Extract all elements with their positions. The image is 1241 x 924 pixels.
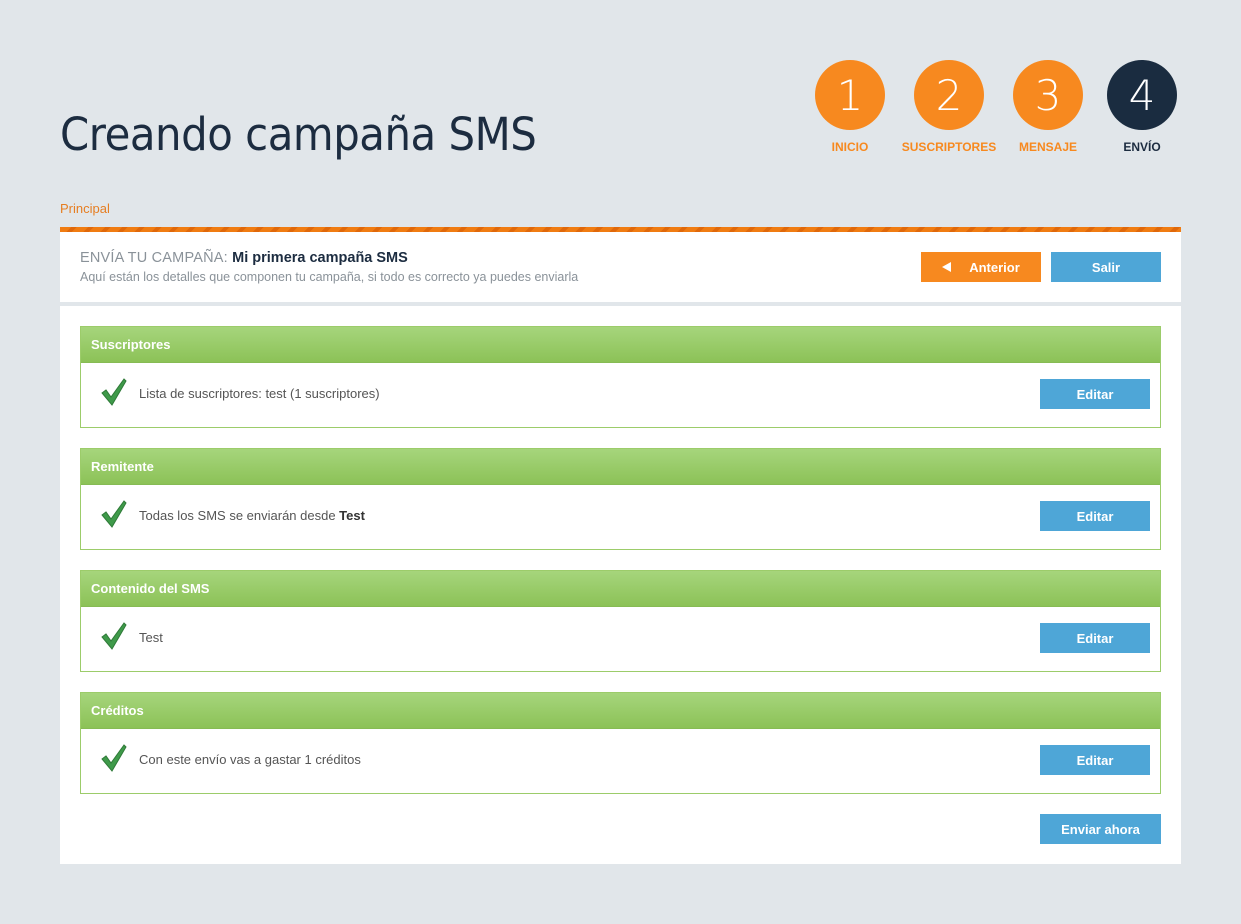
check-icon xyxy=(101,500,127,528)
header-title: ENVÍA TU CAMPAÑA: Mi primera campaña SMS xyxy=(80,250,408,266)
section-title: Suscriptores xyxy=(81,327,1160,363)
header-subtitle: Aquí están los detalles que componen tu … xyxy=(80,270,579,284)
exit-button[interactable]: Salir xyxy=(1051,252,1161,282)
section-creditos: Créditos Con este envío vas a gastar 1 c… xyxy=(80,692,1161,794)
section-text: Test xyxy=(139,630,163,645)
edit-content-button[interactable]: Editar xyxy=(1040,623,1150,653)
step-number: 4 xyxy=(1107,60,1177,130)
section-text: Con este envío vas a gastar 1 créditos xyxy=(139,752,361,767)
section-title: Créditos xyxy=(81,693,1160,729)
previous-button[interactable]: Anterior xyxy=(921,252,1041,282)
step-number: 1 xyxy=(815,60,885,130)
step-envio: 4 ENVÍO xyxy=(1082,60,1202,154)
header-prefix: ENVÍA TU CAMPAÑA: xyxy=(80,250,228,266)
section-remitente: Remitente Todas los SMS se enviarán desd… xyxy=(80,448,1161,550)
campaign-name: Mi primera campaña SMS xyxy=(232,250,408,266)
progress-steps: 1 INICIO 2 SUSCRIPTORES 3 MENSAJE 4 ENVÍ… xyxy=(0,60,1241,160)
check-icon xyxy=(101,378,127,406)
section-text: Todas los SMS se enviarán desde Test xyxy=(139,508,365,523)
summary-panel: Suscriptores Lista de suscriptores: test… xyxy=(60,306,1181,864)
step-number: 3 xyxy=(1013,60,1083,130)
step-number: 2 xyxy=(914,60,984,130)
step-label: ENVÍO xyxy=(1123,140,1161,154)
campaign-header: ENVÍA TU CAMPAÑA: Mi primera campaña SMS… xyxy=(60,232,1181,302)
check-icon xyxy=(101,622,127,650)
triangle-left-icon xyxy=(942,262,952,272)
edit-credits-button[interactable]: Editar xyxy=(1040,745,1150,775)
section-title: Contenido del SMS xyxy=(81,571,1160,607)
edit-sender-button[interactable]: Editar xyxy=(1040,501,1150,531)
send-now-button[interactable]: Enviar ahora xyxy=(1040,814,1161,844)
edit-subscribers-button[interactable]: Editar xyxy=(1040,379,1150,409)
section-text: Lista de suscriptores: test (1 suscripto… xyxy=(139,386,380,401)
previous-label: Anterior xyxy=(969,259,1020,275)
section-title: Remitente xyxy=(81,449,1160,485)
check-icon xyxy=(101,744,127,772)
section-contenido: Contenido del SMS Test Editar xyxy=(80,570,1161,672)
breadcrumb-principal[interactable]: Principal xyxy=(60,201,110,216)
section-suscriptores: Suscriptores Lista de suscriptores: test… xyxy=(80,326,1161,428)
